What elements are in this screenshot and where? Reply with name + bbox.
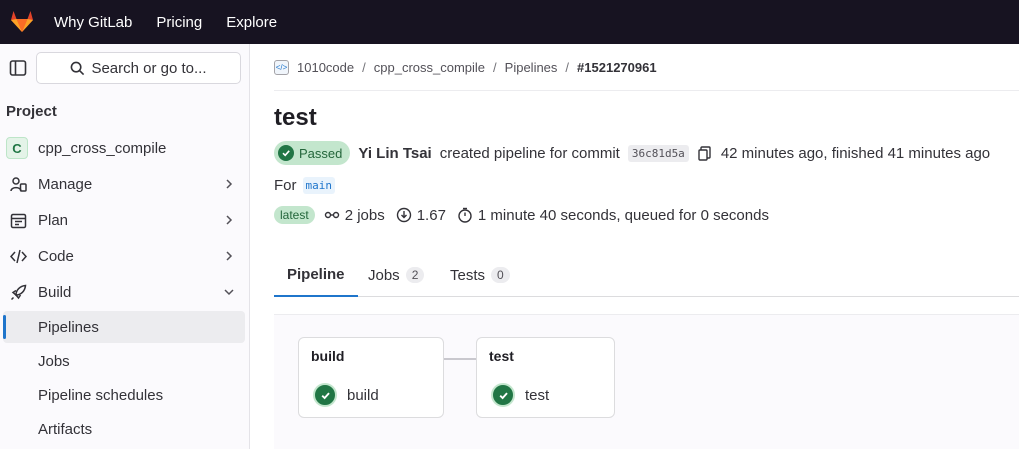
tab-tests[interactable]: Tests 0 [450,253,510,297]
breadcrumb-project[interactable]: cpp_cross_compile [374,60,485,75]
branch-link[interactable]: main [302,177,335,194]
sidebar-item-manage[interactable]: Manage [0,167,250,201]
tab-count-badge: 0 [491,267,510,283]
sidebar-item-label: Code [38,247,74,265]
breadcrumb-pipelines[interactable]: Pipelines [505,60,558,75]
pipeline-tabs: Pipeline Jobs 2 Tests 0 [274,253,1019,297]
nav-pricing[interactable]: Pricing [156,14,202,31]
tab-jobs[interactable]: Jobs 2 [368,253,425,297]
status-badge[interactable]: Passed [274,141,351,165]
users-icon [10,176,27,192]
sidebar-subitem-label: Pipelines [38,318,99,336]
latest-badge: latest [274,206,315,224]
job-build[interactable]: build [313,383,379,407]
stage-test: test test [476,337,615,418]
breadcrumb-group[interactable]: 1010code [297,60,354,75]
commit-sha[interactable]: 36c81d5a [627,144,689,162]
sidebar-item-label: Build [38,283,72,301]
nav-explore[interactable]: Explore [226,14,277,31]
breadcrumb-current[interactable]: #1521270961 [577,60,657,75]
timer-icon [458,207,472,223]
pipeline-graph: build build test test [274,314,1019,449]
stage-title: build [311,348,345,364]
stage-connector [444,358,477,360]
top-nav: Why GitLab Pricing Explore [54,0,277,44]
coverage-value: 1.67 [416,206,446,224]
for-label: For [274,177,297,194]
author-link[interactable]: Yi Lin Tsai [358,145,431,162]
tab-label: Pipeline [287,265,345,283]
tab-label: Tests [450,266,486,284]
search-label: Search or go to... [91,59,207,77]
sidebar-toggle-icon[interactable] [9,59,27,77]
pipeline-icon [324,211,339,219]
sidebar-item-label: Plan [38,211,69,229]
chevron-down-icon [224,289,234,296]
top-bar: Why GitLab Pricing Explore [0,0,1019,44]
page-title: test [274,104,317,131]
job-test[interactable]: test [491,383,549,407]
check-circle-icon [491,383,515,407]
pipeline-meta: latest 2 jobs 1.67 1 minute 40 seconds, … [274,205,769,225]
job-name: build [347,386,379,404]
project-link[interactable]: C cpp_cross_compile [6,137,166,159]
gitlab-logo-icon[interactable] [9,8,35,34]
chevron-right-icon [226,251,233,261]
stage-title: test [489,348,514,364]
sidebar-item-label: Manage [38,175,93,193]
breadcrumb: </> 1010code / cpp_cross_compile / Pipel… [274,44,1019,91]
branch-line: For main [274,177,335,194]
copy-icon[interactable] [697,145,713,161]
search-icon [71,61,85,75]
breadcrumb-separator: / [362,59,366,75]
stage-build: build build [298,337,444,418]
sidebar-subitem-label: Pipeline schedules [38,386,164,404]
chevron-right-icon [226,179,233,189]
sidebar-item-code[interactable]: Code [0,239,250,273]
tab-count-badge: 2 [405,267,425,283]
jobs-count-text: 2 jobs [344,206,385,224]
main-content: </> 1010code / cpp_cross_compile / Pipel… [251,44,1019,449]
rocket-icon [10,284,27,300]
sidebar-item-build[interactable]: Build [0,275,250,309]
sidebar-subitem-artifacts[interactable]: Artifacts [3,413,245,445]
coverage-icon [396,207,411,223]
group-avatar-icon: </> [274,59,289,75]
sidebar-subitem-label: Jobs [38,352,70,370]
tab-label: Jobs [368,266,400,284]
sidebar-subitem-label: Artifacts [38,420,93,438]
project-avatar: C [6,137,28,159]
calendar-icon [10,213,27,228]
pipeline-summary: Passed Yi Lin Tsai created pipeline for … [274,141,990,165]
nav-why-gitlab[interactable]: Why GitLab [54,14,132,31]
search-button[interactable]: Search or go to... [36,52,241,84]
duration-text: 1 minute 40 seconds, queued for 0 second… [477,206,769,224]
breadcrumb-separator: / [565,59,570,75]
time-text: 42 minutes ago, finished 41 minutes ago [720,144,991,162]
check-circle-icon [278,145,294,161]
tab-pipeline[interactable]: Pipeline [274,253,358,297]
sidebar-subitem-pipelines[interactable]: Pipelines [3,311,245,343]
status-label: Passed [299,145,343,161]
code-icon [10,249,27,263]
sidebar-subitem-pipeline-schedules[interactable]: Pipeline schedules [3,379,245,411]
chevron-right-icon [226,215,233,225]
sidebar: Search or go to... Project C cpp_cross_c… [0,44,250,449]
sidebar-item-plan[interactable]: Plan [0,203,250,237]
sidebar-subitem-jobs[interactable]: Jobs [3,345,245,377]
job-name: test [525,386,550,404]
created-text: created pipeline for commit [439,144,620,162]
check-circle-icon [313,383,337,407]
breadcrumb-separator: / [493,59,497,75]
project-name: cpp_cross_compile [38,139,167,157]
sidebar-heading: Project [6,103,57,120]
